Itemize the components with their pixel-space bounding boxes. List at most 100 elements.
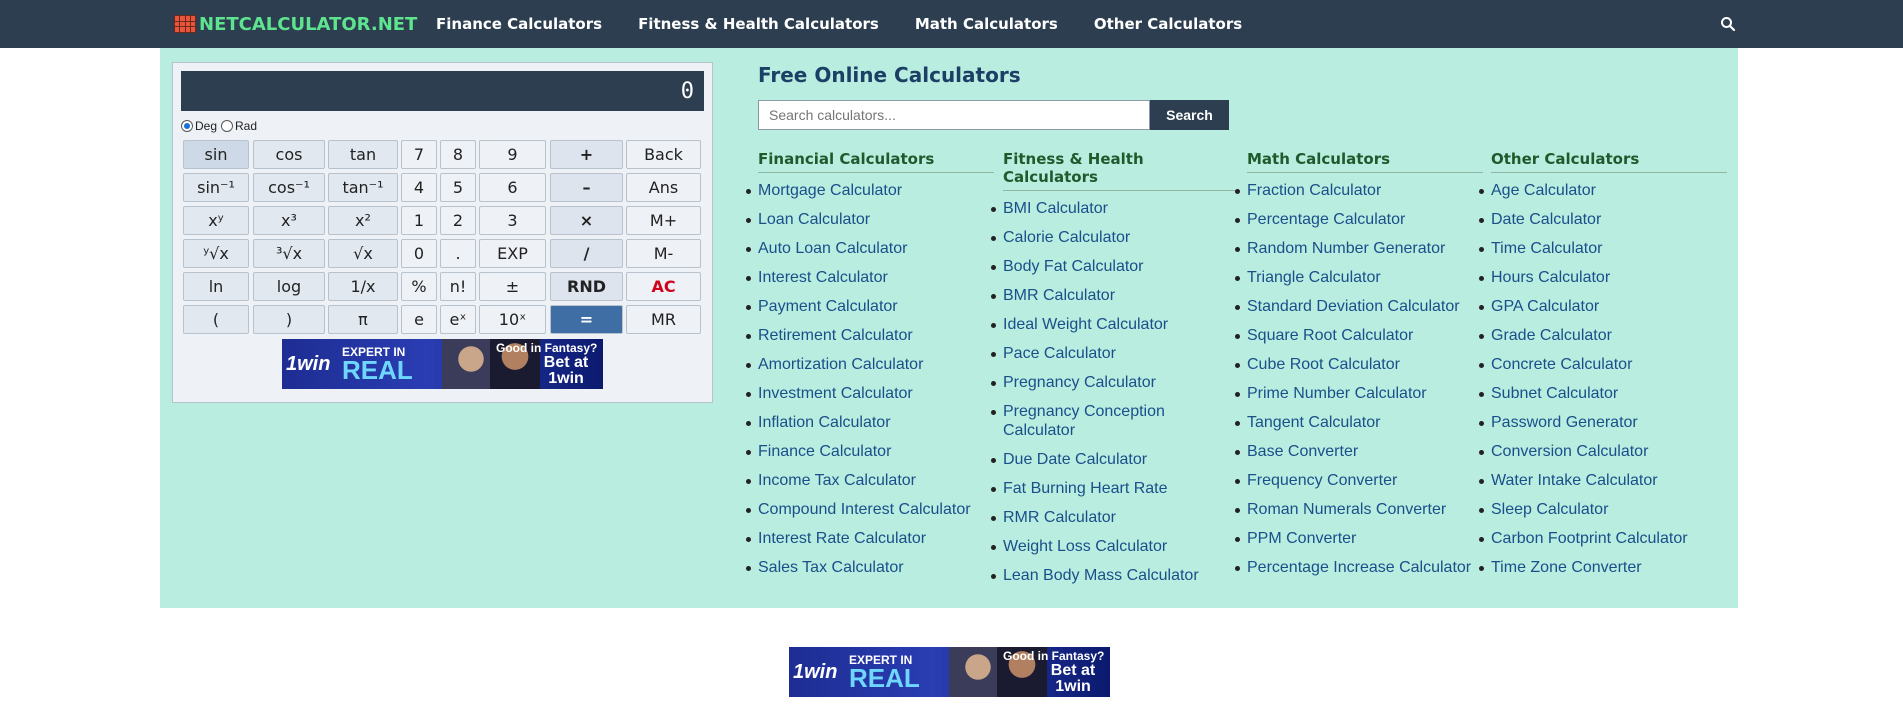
key-pi[interactable]: π — [328, 305, 398, 334]
nav-link-finance[interactable]: Finance Calculators — [436, 15, 602, 33]
calculator-link[interactable]: Percentage Increase Calculator — [1247, 559, 1471, 576]
calculator-link[interactable]: Subnet Calculator — [1491, 385, 1618, 402]
calculator-link[interactable]: Prime Number Calculator — [1247, 385, 1427, 402]
calculator-link[interactable]: Interest Rate Calculator — [758, 530, 926, 547]
calculator-link[interactable]: Pace Calculator — [1003, 345, 1116, 362]
calculator-link[interactable]: Finance Calculator — [758, 443, 891, 460]
calculator-link[interactable]: GPA Calculator — [1491, 298, 1599, 315]
calculator-link[interactable]: Inflation Calculator — [758, 414, 891, 431]
calculator-link[interactable]: Fraction Calculator — [1247, 182, 1381, 199]
site-logo[interactable]: NETCALCULATOR.NET — [174, 0, 417, 48]
key-cube[interactable]: x³ — [253, 206, 325, 235]
calculator-link[interactable]: Compound Interest Calculator — [758, 501, 971, 518]
key-exp[interactable]: EXP — [479, 239, 546, 268]
key-percent[interactable]: % — [401, 272, 437, 301]
calculator-link[interactable]: Fat Burning Heart Rate — [1003, 480, 1168, 497]
calculator-link[interactable]: Percentage Calculator — [1247, 211, 1405, 228]
calculator-link[interactable]: Carbon Footprint Calculator — [1491, 530, 1688, 547]
calculator-link[interactable]: Loan Calculator — [758, 211, 870, 228]
calculator-link[interactable]: Pregnancy Conception Calculator — [1003, 403, 1165, 439]
key-tan[interactable]: tan — [328, 140, 398, 169]
calculator-link[interactable]: Password Generator — [1491, 414, 1638, 431]
rad-radio[interactable] — [221, 120, 234, 132]
calculator-link[interactable]: Time Calculator — [1491, 240, 1602, 257]
key-power[interactable]: xʸ — [183, 206, 249, 235]
calculator-link[interactable]: Random Number Generator — [1247, 240, 1445, 257]
calculator-link[interactable]: Retirement Calculator — [758, 327, 913, 344]
key-mr[interactable]: MR — [626, 305, 701, 334]
key-cos[interactable]: cos — [253, 140, 325, 169]
key-plus[interactable]: + — [550, 140, 623, 169]
calculator-link[interactable]: Age Calculator — [1491, 182, 1596, 199]
calculator-link[interactable]: Date Calculator — [1491, 211, 1601, 228]
calculator-link[interactable]: PPM Converter — [1247, 530, 1356, 547]
key-factorial[interactable]: n! — [440, 272, 476, 301]
ad-banner[interactable]: 1win EXPERT IN REAL Good in Fantasy? Bet… — [282, 339, 603, 389]
calculator-link[interactable]: Triangle Calculator — [1247, 269, 1381, 286]
calculator-link[interactable]: Weight Loss Calculator — [1003, 538, 1167, 555]
calculator-link[interactable]: Cube Root Calculator — [1247, 356, 1400, 373]
key-yth-root[interactable]: ʸ√x — [183, 239, 249, 268]
key-equals[interactable]: = — [550, 305, 623, 334]
key-rnd[interactable]: RND — [550, 272, 623, 301]
calculator-link[interactable]: Income Tax Calculator — [758, 472, 916, 489]
key-8[interactable]: 8 — [440, 140, 476, 169]
calculator-link[interactable]: Standard Deviation Calculator — [1247, 298, 1460, 315]
ad-banner-bottom[interactable]: 1win EXPERT IN REAL Good in Fantasy? Bet… — [789, 647, 1110, 697]
key-back[interactable]: Back — [626, 140, 701, 169]
calculator-link[interactable]: Time Zone Converter — [1491, 559, 1642, 576]
calculator-link[interactable]: RMR Calculator — [1003, 509, 1116, 526]
key-e[interactable]: e — [401, 305, 437, 334]
calculator-link[interactable]: Grade Calculator — [1491, 327, 1612, 344]
key-m-plus[interactable]: M+ — [626, 206, 701, 235]
key-6[interactable]: 6 — [479, 173, 546, 202]
calculator-link[interactable]: Body Fat Calculator — [1003, 258, 1144, 275]
key-0[interactable]: 0 — [401, 239, 437, 268]
calculator-link[interactable]: Sales Tax Calculator — [758, 559, 904, 576]
key-3[interactable]: 3 — [479, 206, 546, 235]
calculator-link[interactable]: Amortization Calculator — [758, 356, 923, 373]
calculator-link[interactable]: Auto Loan Calculator — [758, 240, 907, 257]
key-5[interactable]: 5 — [440, 173, 476, 202]
search-button[interactable]: Search — [1150, 100, 1229, 130]
key-ac[interactable]: AC — [626, 272, 701, 301]
key-log[interactable]: log — [253, 272, 325, 301]
key-ans[interactable]: Ans — [626, 173, 701, 202]
key-atan[interactable]: tan⁻¹ — [328, 173, 398, 202]
calculator-search-input[interactable] — [758, 100, 1150, 130]
key-ln[interactable]: ln — [183, 272, 249, 301]
calculator-link[interactable]: Frequency Converter — [1247, 472, 1397, 489]
calculator-link[interactable]: Pregnancy Calculator — [1003, 374, 1156, 391]
key-cube-root[interactable]: ³√x — [253, 239, 325, 268]
calculator-link[interactable]: Water Intake Calculator — [1491, 472, 1658, 489]
calculator-link[interactable]: Lean Body Mass Calculator — [1003, 567, 1199, 584]
key-square[interactable]: x² — [328, 206, 398, 235]
key-9[interactable]: 9 — [479, 140, 546, 169]
search-icon[interactable] — [1720, 16, 1736, 32]
key-1[interactable]: 1 — [401, 206, 437, 235]
key-ten-power[interactable]: 10ˣ — [479, 305, 546, 334]
calculator-link[interactable]: Tangent Calculator — [1247, 414, 1380, 431]
key-e-power[interactable]: eˣ — [440, 305, 476, 334]
calculator-link[interactable]: Concrete Calculator — [1491, 356, 1632, 373]
key-sin[interactable]: sin — [183, 140, 249, 169]
calculator-link[interactable]: Investment Calculator — [758, 385, 913, 402]
key-4[interactable]: 4 — [401, 173, 437, 202]
calculator-link[interactable]: Roman Numerals Converter — [1247, 501, 1446, 518]
calculator-link[interactable]: Interest Calculator — [758, 269, 888, 286]
calculator-link[interactable]: BMR Calculator — [1003, 287, 1115, 304]
calculator-link[interactable]: Base Converter — [1247, 443, 1358, 460]
key-asin[interactable]: sin⁻¹ — [183, 173, 249, 202]
key-minus[interactable]: – — [550, 173, 623, 202]
key-2[interactable]: 2 — [440, 206, 476, 235]
key-decimal[interactable]: . — [440, 239, 476, 268]
calculator-link[interactable]: Due Date Calculator — [1003, 451, 1147, 468]
key-open-paren[interactable]: ( — [183, 305, 249, 334]
calculator-link[interactable]: Hours Calculator — [1491, 269, 1610, 286]
nav-link-fitness-health[interactable]: Fitness & Health Calculators — [638, 15, 879, 33]
nav-link-math[interactable]: Math Calculators — [915, 15, 1058, 33]
key-sqrt[interactable]: √x — [328, 239, 398, 268]
key-plus-minus[interactable]: ± — [479, 272, 546, 301]
key-m-minus[interactable]: M- — [626, 239, 701, 268]
deg-radio[interactable] — [181, 120, 193, 132]
